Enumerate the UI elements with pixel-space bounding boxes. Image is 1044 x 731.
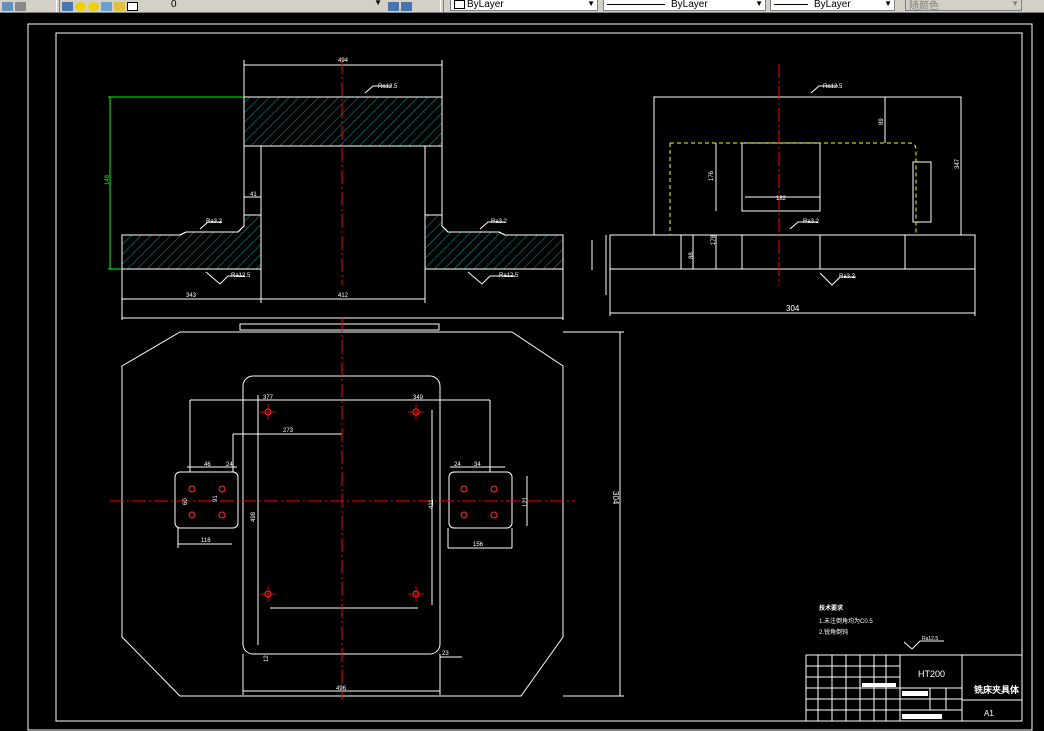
- dim-label: 12: [264, 655, 270, 662]
- dim-label: 148: [105, 174, 111, 185]
- dim-label: 273: [283, 428, 294, 434]
- plotstyle-dropdown-value: 随颜色: [909, 1, 939, 12]
- part-name-label: 铣床夹具体: [974, 684, 1020, 695]
- roughness-label: Ra3.2: [803, 219, 820, 225]
- dim-label: 349: [413, 395, 424, 401]
- lineweight-preview: [774, 4, 808, 5]
- dim-label: 88: [689, 252, 695, 259]
- layer-color-swatch-icon: [127, 1, 138, 11]
- top-view: [121, 323, 624, 697]
- linetype-dropdown[interactable]: ByLayer ▼: [603, 0, 766, 11]
- sheet-inner-border: [55, 32, 1023, 722]
- dim-label: 156: [473, 542, 484, 548]
- roughness-label: Ra12.5: [499, 273, 519, 279]
- material-label: HT200: [918, 669, 945, 679]
- layer-tools: [2, 0, 28, 12]
- chevron-down-icon[interactable]: ▼: [587, 0, 595, 8]
- make-current-layer-icon[interactable]: [388, 1, 399, 11]
- top-view-centerlines: [110, 318, 575, 700]
- dim-label: 41: [250, 192, 257, 198]
- plotstyle-dropdown[interactable]: 随颜色 ▼: [905, 0, 1022, 12]
- properties-toolbar: 0 ▼ ByLayer ▼ ByLayer ▼ ByLayer ▼ 随颜色 ▼: [0, 0, 1044, 13]
- viewport-freeze-icon[interactable]: [101, 1, 112, 11]
- roughness-label: Ra12.5: [231, 273, 251, 279]
- chevron-down-icon[interactable]: ▼: [884, 0, 892, 8]
- dim-label: 412: [338, 293, 349, 299]
- roughness-label: Ra3.2: [839, 274, 856, 280]
- roughness-label: Ra3.2: [491, 219, 508, 225]
- dim-label: 89: [879, 118, 885, 125]
- notes-title: 技术要求: [819, 604, 844, 612]
- dim-label: 46: [204, 462, 211, 468]
- front-view: [108, 60, 564, 320]
- dim-label: 494: [338, 58, 349, 64]
- dim-label: 178: [711, 234, 717, 245]
- toolbar-grip[interactable]: [440, 0, 444, 12]
- chevron-down-icon[interactable]: ▼: [374, 0, 382, 7]
- lock-icon[interactable]: [114, 1, 125, 11]
- dim-label: 91: [213, 495, 219, 502]
- side-base: [609, 234, 976, 270]
- sheet-size-label: A1: [984, 709, 994, 718]
- layer-match-icons: [388, 0, 414, 12]
- dim-label: 377: [263, 395, 274, 401]
- sun-icon[interactable]: [88, 1, 99, 11]
- dim-label: 24: [454, 462, 461, 468]
- right-lug: [448, 471, 513, 529]
- linetype-preview: [607, 4, 665, 5]
- dim-label: 121: [523, 496, 529, 507]
- layer-manager-icon[interactable]: [2, 1, 13, 11]
- toolbar-grip[interactable]: [56, 0, 60, 12]
- dim-label: 116: [201, 538, 211, 544]
- top-plate-hatched: [243, 96, 443, 147]
- layer-state-icons: [62, 0, 140, 12]
- roughness-label: Ra12.5: [378, 84, 398, 90]
- side-upper-body: [653, 96, 962, 236]
- dim-label: 498: [251, 511, 257, 522]
- chevron-down-icon[interactable]: ▼: [755, 0, 763, 8]
- dim-label: 24: [226, 462, 233, 468]
- drawing-canvas[interactable]: 494 148 41 343 412 Ra12.5 Ra3.2 Ra3.2 Ra…: [0, 13, 1044, 731]
- lightbulb-icon[interactable]: [75, 1, 86, 11]
- note-line: 2.锐角倒钝: [819, 628, 848, 636]
- layer-previous-state-icon[interactable]: [401, 1, 412, 11]
- dim-label: 347: [955, 158, 961, 169]
- layer-dropdown[interactable]: 0 ▼: [168, 0, 384, 11]
- title-block-text: HT200 铣床夹具体 A1: [918, 669, 1020, 718]
- general-roughness-symbol: [903, 640, 944, 650]
- dim-label: 23: [442, 651, 449, 657]
- dim-label: 176: [709, 170, 715, 181]
- dim-label: 411: [429, 499, 435, 509]
- layers-icon[interactable]: [62, 1, 73, 11]
- layer-previous-icon[interactable]: [15, 1, 26, 11]
- sheet-outer-border: [27, 23, 1033, 731]
- side-hidden-lines: [669, 142, 917, 235]
- dim-label: 60: [183, 498, 189, 505]
- top-view-holes: [188, 408, 498, 598]
- dim-label: 182: [776, 196, 787, 202]
- dim-label: 343: [186, 293, 197, 299]
- dim-label: 496: [336, 686, 347, 692]
- roughness-label: Ra12.5: [823, 84, 843, 90]
- chevron-down-icon[interactable]: ▼: [1011, 0, 1019, 8]
- roughness-label: Ra12.5: [922, 636, 938, 642]
- dim-label: 34: [474, 462, 481, 468]
- lineweight-dropdown[interactable]: ByLayer ▼: [770, 0, 895, 11]
- linetype-dropdown-value: ByLayer: [671, 0, 708, 10]
- color-swatch-icon: [454, 0, 465, 9]
- roughness-label: Ra3.2: [206, 219, 223, 225]
- left-base-hatched: [121, 214, 262, 270]
- top-view-ledge: [239, 323, 440, 331]
- top-view-labels: 377 349 273 498 46 24 116 156 121 60 24 …: [183, 395, 620, 692]
- layer-dropdown-value: 0: [171, 0, 177, 10]
- technical-notes: 技术要求 1.未注倒角均为C0.5 2.锐角倒钝: [819, 604, 873, 636]
- color-dropdown[interactable]: ByLayer ▼: [450, 0, 598, 11]
- lineweight-dropdown-value: ByLayer: [814, 0, 851, 10]
- dim-label: 304: [786, 304, 800, 313]
- dim-label: 304: [611, 491, 620, 505]
- color-dropdown-value: ByLayer: [467, 0, 504, 10]
- note-line: 1.未注倒角均为C0.5: [819, 617, 873, 625]
